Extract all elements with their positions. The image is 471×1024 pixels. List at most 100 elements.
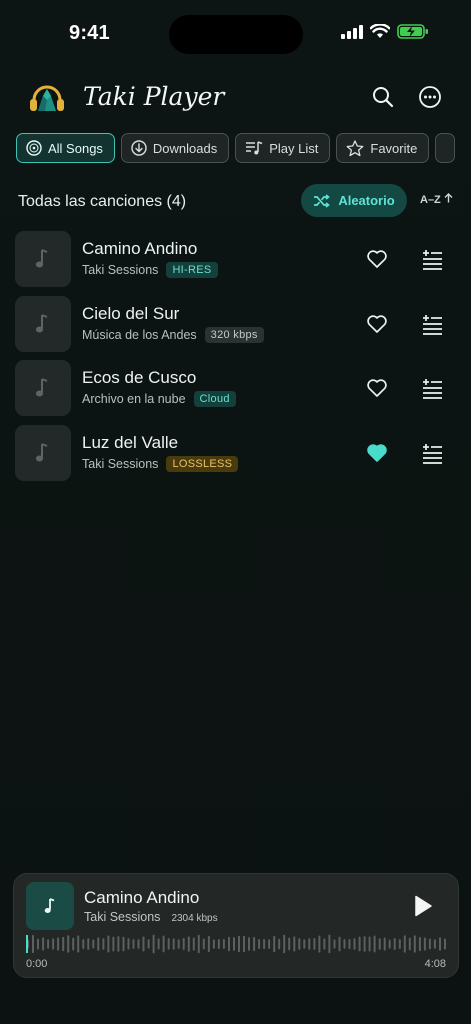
chip-favorite[interactable]: Favorite	[336, 133, 430, 163]
chip-label: Downloads	[152, 140, 218, 156]
quality-badge: LOSSLESS	[166, 455, 239, 472]
waveform-bar	[393, 938, 396, 950]
waveform-bar	[283, 934, 286, 954]
waveform-bar	[368, 936, 371, 952]
waveform-bar	[388, 939, 391, 949]
waveform-bar	[77, 935, 80, 953]
waveform-bar	[107, 935, 110, 953]
waveform-bar	[132, 939, 135, 949]
waveform-bar	[97, 937, 100, 951]
waveform-bar	[187, 936, 190, 952]
waveform-bar	[428, 938, 431, 950]
waveform-bar	[258, 939, 261, 949]
heart-outline-icon[interactable]	[366, 248, 388, 270]
add-to-queue-icon[interactable]	[421, 377, 443, 399]
chip-more[interactable]	[435, 133, 456, 163]
waveform-bar	[222, 939, 225, 949]
waveform-bar	[298, 938, 301, 950]
waveform-bar	[273, 935, 276, 953]
waveform-bar	[253, 936, 256, 952]
music-note-icon	[35, 378, 48, 397]
waveform-bar	[423, 937, 426, 951]
song-row[interactable]: Luz del Valle Taki Sessions LOSSLESS	[0, 424, 471, 490]
search-icon	[373, 87, 394, 108]
app-logo-icon	[30, 85, 64, 111]
song-row[interactable]: Ecos de Cusco Archivo en la nube Cloud	[0, 360, 471, 425]
song-row[interactable]: Cielo del Sur Música de los Andes 320 kb…	[0, 295, 471, 361]
music-note-icon	[44, 898, 55, 913]
waveform-bar	[117, 936, 120, 952]
waveform-bar	[157, 938, 160, 950]
waveform-bar	[62, 936, 65, 952]
heart-outline-icon[interactable]	[366, 377, 388, 399]
add-to-queue-icon[interactable]	[421, 313, 443, 335]
waveform-bar	[72, 937, 75, 951]
heart-filled-icon[interactable]	[366, 442, 388, 464]
waveform-bar	[418, 937, 421, 952]
waveform-bar	[172, 938, 175, 950]
waveform-bar	[358, 936, 361, 952]
chip-play-list[interactable]: Play List	[235, 133, 331, 163]
chip-downloads[interactable]: Downloads	[120, 133, 230, 163]
shuffle-button[interactable]: Aleatorio	[301, 184, 407, 217]
waveform-bar	[348, 939, 351, 950]
cellular-signal-icon	[341, 24, 363, 39]
heart-outline-icon[interactable]	[366, 313, 388, 335]
waveform-bar	[433, 939, 436, 949]
song-artist: Taki Sessions	[82, 263, 159, 277]
more-options-button[interactable]	[417, 84, 443, 110]
add-to-queue-icon[interactable]	[421, 248, 443, 270]
waveform-bar	[318, 935, 321, 953]
waveform-bar	[353, 938, 356, 950]
waveform-bar	[152, 934, 155, 954]
song-meta: Taki Sessions HI-RES	[82, 262, 218, 278]
waveform-bar	[413, 935, 416, 953]
arrow-up-icon	[444, 193, 453, 203]
waveform-bar	[238, 935, 240, 953]
search-button[interactable]	[370, 84, 396, 110]
song-title: Luz del Valle	[82, 432, 179, 452]
add-to-queue-icon[interactable]	[421, 442, 443, 464]
player-title: Camino Andino	[84, 888, 200, 907]
player-meta: Taki Sessions 2304 kbps	[84, 910, 218, 924]
waveform-bar	[383, 937, 386, 951]
player-bitrate: 2304 kbps	[171, 913, 218, 924]
waveform-bar	[268, 939, 271, 949]
quality-badge: HI-RES	[166, 262, 218, 278]
waveform-progress[interactable]	[26, 932, 448, 956]
section-title: Todas las canciones (4)	[18, 193, 187, 210]
chip-all-songs[interactable]: All Songs	[16, 133, 115, 163]
playhead[interactable]	[26, 935, 28, 953]
music-note-icon	[35, 249, 48, 268]
mini-player[interactable]: Camino Andino Taki Sessions 2304 kbps 0:…	[13, 873, 459, 978]
waveform-bar	[248, 937, 250, 951]
list-header: Todas las canciones (4) Aleatorio A–Z	[0, 184, 471, 218]
waveform-bar	[167, 938, 170, 950]
waveform-bar	[142, 936, 145, 952]
battery-charging-icon	[397, 24, 428, 39]
disc-icon	[26, 140, 42, 156]
shuffle-label: Aleatorio	[338, 193, 395, 208]
waveform-bar	[328, 934, 331, 954]
waveform-bar	[278, 938, 281, 950]
waveform-bar	[162, 935, 165, 953]
playlist-icon	[246, 141, 263, 155]
waveform-bar	[42, 937, 45, 951]
song-title: Ecos de Cusco	[82, 368, 197, 387]
waveform-bar	[408, 937, 411, 951]
waveform-bar	[92, 939, 95, 949]
waveform-bar	[373, 935, 376, 953]
song-row[interactable]: Camino Andino Taki Sessions HI-RES	[0, 231, 471, 296]
chip-label: Favorite	[370, 140, 418, 156]
sort-button[interactable]: A–Z	[420, 193, 453, 206]
play-icon[interactable]	[412, 894, 434, 918]
waveform-bar	[67, 935, 70, 953]
waveform-bar	[102, 938, 105, 950]
waveform-bar	[207, 935, 210, 953]
song-artwork	[15, 295, 71, 352]
shuffle-icon	[314, 193, 331, 208]
waveform-bar	[398, 939, 401, 949]
sort-label: A–Z	[420, 194, 441, 206]
waveform-bar	[338, 936, 341, 952]
waveform-bar	[137, 939, 140, 949]
